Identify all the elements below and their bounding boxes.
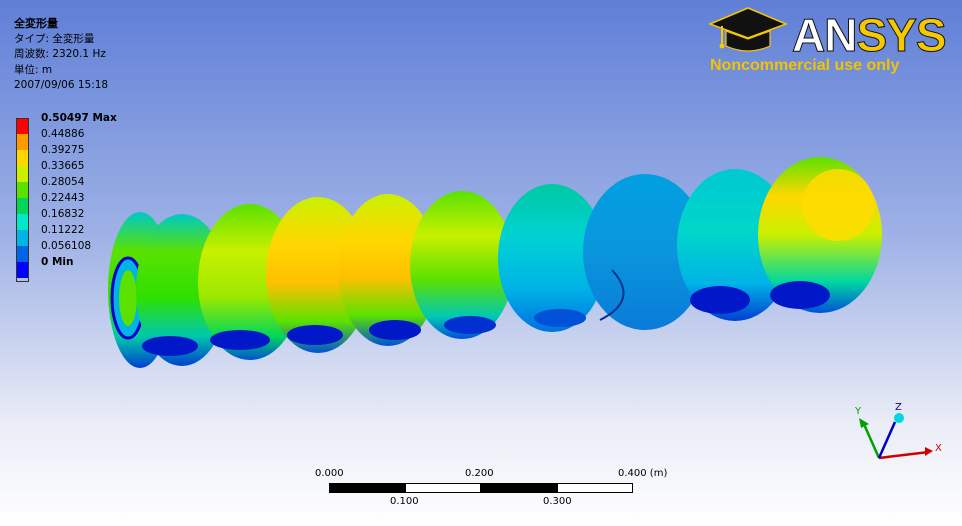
scale-segment: [481, 483, 557, 493]
axis-triad: Y X Z: [854, 402, 942, 460]
scale-top-label: 0.000: [315, 468, 344, 479]
end-cap-right: [758, 157, 882, 313]
scale-segment: [329, 483, 405, 493]
deformed-model-view[interactable]: [0, 0, 962, 526]
scale-segment: [557, 483, 633, 493]
axis-z-label: Z: [895, 402, 902, 413]
scale-bottom-label: 0.100: [390, 496, 419, 507]
scale-bottom-label: 0.300: [543, 496, 572, 507]
scale-top-label: 0.400 (m): [618, 468, 668, 479]
scale-bar: 0.000 0.200 0.400 (m) 0.100 0.300: [315, 468, 670, 510]
axis-y-label: Y: [854, 406, 862, 417]
scale-segment: [405, 483, 481, 493]
axis-x-label: X: [935, 443, 942, 454]
scale-top-label: 0.200: [465, 468, 494, 479]
